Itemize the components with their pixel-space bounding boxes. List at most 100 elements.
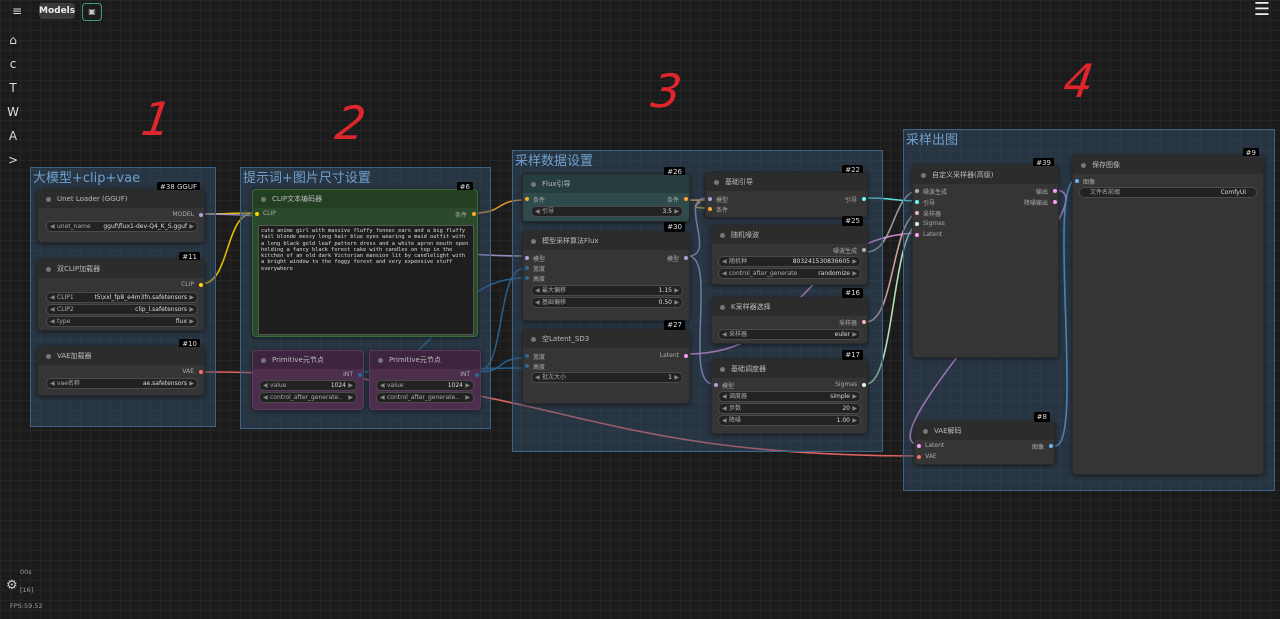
input-width: 宽度: [533, 354, 546, 361]
node-save-image[interactable]: #9 保存图像 图像 文件名前缀 ComfyUI: [1072, 148, 1264, 475]
input-pin[interactable]: [708, 197, 712, 201]
widget-guidance[interactable]: ◀ 引导 3.5 ▶: [531, 206, 683, 217]
input-pin[interactable]: [525, 276, 529, 280]
widget-type[interactable]: ◀ type flux ▶: [46, 316, 198, 327]
node-title: 基础调度器: [712, 360, 867, 378]
node-title: CLIP文本编码器: [253, 190, 477, 208]
node-clip-text-encode[interactable]: #6 CLIP文本编码器 CLIP 条件 cute anime girl wit…: [252, 182, 478, 337]
output-pin[interactable]: [475, 373, 479, 377]
input-pin[interactable]: [525, 256, 529, 260]
output-pin[interactable]: [199, 370, 203, 374]
input-pin[interactable]: [525, 197, 529, 201]
input-pin[interactable]: [255, 212, 259, 216]
node-title: 自定义采样器(高级): [913, 166, 1058, 184]
input-pin[interactable]: [917, 444, 921, 448]
node-dual-clip-loader[interactable]: #11 双CLIP加载器 CLIP ◀ CLIP1 t5\xxl_fp8_e4m3f…: [37, 252, 205, 331]
settings-icon[interactable]: ⚙: [6, 578, 18, 593]
output-output: 输出: [1035, 189, 1048, 196]
models-button[interactable]: Models: [39, 3, 75, 19]
widget-value[interactable]: ◀ value 1024 ▶: [259, 380, 357, 391]
output-pin[interactable]: [862, 197, 866, 201]
output-noise: 噪波生成: [832, 248, 857, 255]
sidebar-item-t[interactable]: T: [4, 76, 22, 100]
output-pin[interactable]: [862, 248, 866, 252]
input-pin[interactable]: [708, 207, 712, 211]
input-pin[interactable]: [915, 189, 919, 193]
node-basic-scheduler[interactable]: #17 基础调度器 模型 Sigmas ◀ 调度器 simple ▶ ◀ 步数 20 ▶ ◀…: [711, 350, 868, 434]
widget-clip1[interactable]: ◀ CLIP1 t5\xxl_fp8_e4m3fn.safetensors ▶: [46, 292, 198, 303]
input-pin[interactable]: [915, 233, 919, 237]
sidebar-item-expand[interactable]: >: [4, 148, 22, 172]
output-pin[interactable]: [1053, 189, 1057, 193]
sidebar-item-c[interactable]: c: [4, 52, 22, 76]
output-pin[interactable]: [1053, 200, 1057, 204]
sidebar-item-a[interactable]: A: [4, 124, 22, 148]
input-pin[interactable]: [525, 266, 529, 270]
node-title: K采样器选择: [712, 298, 867, 316]
output-pin[interactable]: [684, 197, 688, 201]
sidebar-item-w[interactable]: W: [4, 100, 22, 124]
output-pin[interactable]: [684, 354, 688, 358]
output-sampler: 采样器: [838, 320, 857, 327]
output-pin[interactable]: [862, 383, 866, 387]
output-pin[interactable]: [862, 320, 866, 324]
output-pin[interactable]: [472, 212, 476, 216]
output-clip: CLIP: [181, 281, 194, 288]
input-conditioning: 条件: [533, 197, 546, 204]
input-pin[interactable]: [915, 211, 919, 215]
input-pin[interactable]: [525, 354, 529, 358]
node-title: 保存图像: [1073, 156, 1263, 174]
widget-unet-name[interactable]: ◀ unet_name gguf\flux1-dev-Q4_K_S.gguf ▶: [46, 221, 198, 232]
node-basic-guider[interactable]: #22 基础引导 模型 条件 引导: [705, 165, 868, 218]
widget-control-after-generate[interactable]: ◀ control_after_generate.. ▶: [259, 392, 357, 403]
widget-seed[interactable]: ◀ 随机种 803241530836605 ▶: [718, 256, 861, 267]
output-pin[interactable]: [199, 283, 203, 287]
home-icon[interactable]: ⌂: [4, 28, 22, 52]
input-latent: Latent: [923, 231, 943, 238]
prompt-textarea[interactable]: cute anime girl with massive fluffy fenn…: [258, 225, 474, 335]
output-pin[interactable]: [684, 256, 688, 260]
widget-control-after-generate[interactable]: ◀ control_after_generate.. ▶: [376, 392, 474, 403]
widget-base-shift[interactable]: ◀ 基础偏移 0.50 ▶: [531, 297, 683, 308]
widget-vae-name[interactable]: ◀ vae名称 ae.safetensors ▶: [46, 378, 198, 389]
node-title: Primitive元节点: [370, 351, 480, 369]
output-pin[interactable]: [358, 373, 362, 377]
widget-sampler-name[interactable]: ◀ 采样器 euler ▶: [718, 329, 861, 340]
output-pin[interactable]: [199, 213, 203, 217]
node-flux-guidance[interactable]: #26 Flux引导 条件 条件 ◀ 引导 3.5 ▶: [522, 167, 690, 222]
workflow-menu-button[interactable]: ≡: [4, 3, 30, 19]
node-model-sampling-flux[interactable]: #30 模型采样算法Flux 模型 宽度 高度 模型 ◀ 最大偏移 1.15 ▶ ◀ 基…: [522, 222, 690, 321]
node-vae-loader[interactable]: #10 VAE加载器 VAE ◀ vae名称 ae.safetensors ▶: [37, 339, 205, 396]
input-pin[interactable]: [915, 200, 919, 204]
input-pin[interactable]: [714, 383, 718, 387]
input-pin[interactable]: [915, 222, 919, 226]
widget-max-shift[interactable]: ◀ 最大偏移 1.15 ▶: [531, 285, 683, 296]
node-empty-latent-sd3[interactable]: #27 空Latent_SD3 宽度 高度 Latent ◀ 批次大小 1 ▶: [522, 320, 690, 404]
widget-filename-prefix[interactable]: 文件名前缀 ComfyUI: [1079, 187, 1257, 198]
hamburger-menu-icon[interactable]: ☰: [1250, 1, 1274, 19]
node-ksampler-select[interactable]: #16 K采样器选择 采样器 ◀ 采样器 euler ▶: [711, 288, 868, 344]
output-pin[interactable]: [1049, 444, 1053, 448]
node-badge: #17: [842, 350, 863, 360]
node-unet-loader[interactable]: #38 GGUF Unet Loader (GGUF) MODEL ◀ unet_…: [37, 182, 205, 243]
widget-clip2[interactable]: ◀ CLIP2 clip_l.safetensors ▶: [46, 304, 198, 315]
node-random-noise[interactable]: #25 随机噪波 噪波生成 ◀ 随机种 803241530836605 ▶ ◀ cont…: [711, 216, 868, 285]
group-title: 提示词+图片尺寸设置: [243, 171, 371, 186]
widget-scheduler[interactable]: ◀ 调度器 simple ▶: [718, 391, 861, 402]
input-pin[interactable]: [1075, 179, 1079, 183]
output-image: 图像: [1031, 444, 1044, 451]
node-primitive-width[interactable]: Primitive元节点 INT ◀ value 1024 ▶ ◀ control_af…: [252, 350, 364, 410]
node-title: 空Latent_SD3: [523, 330, 689, 348]
output-guider: 引导: [844, 197, 857, 204]
widget-batch-size[interactable]: ◀ 批次大小 1 ▶: [531, 372, 683, 383]
widget-denoise[interactable]: ◀ 降噪 1.00 ▶: [718, 415, 861, 426]
widget-control-after-generate[interactable]: ◀ control_after_generate randomize ▶: [718, 268, 861, 279]
input-pin[interactable]: [525, 364, 529, 368]
widget-steps[interactable]: ◀ 步数 20 ▶: [718, 403, 861, 414]
node-sampler-custom-advanced[interactable]: #39 自定义采样器(高级) 噪波生成 引导 采样器 Sigmas Latent…: [912, 158, 1059, 358]
widget-value[interactable]: ◀ value 1024 ▶: [376, 380, 474, 391]
node-primitive-height[interactable]: Primitive元节点 INT ◀ value 1024 ▶ ◀ control_af…: [369, 350, 481, 410]
node-vae-decode[interactable]: #8 VAE解码 Latent VAE 图像: [914, 412, 1055, 465]
save-icon[interactable]: ▣: [82, 3, 102, 21]
input-pin[interactable]: [917, 455, 921, 459]
